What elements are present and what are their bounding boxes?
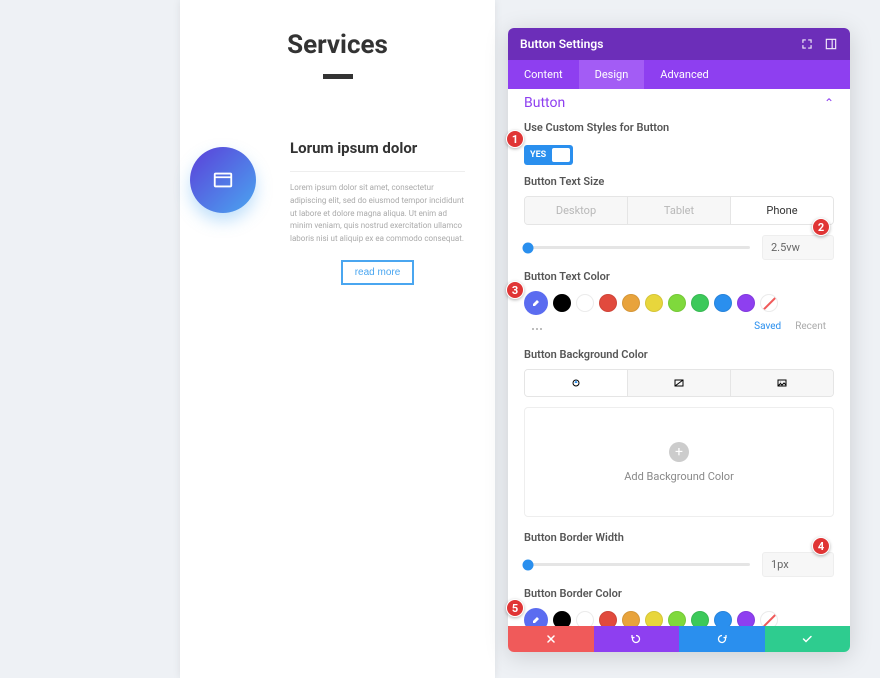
label-text-size: Button Text Size [524,175,834,188]
label-border-width: Button Border Width [524,531,834,544]
read-more-button[interactable]: read more [341,260,415,285]
panel-layout-icon[interactable] [824,37,838,51]
footer-bar [508,626,850,652]
swatch-lime[interactable] [668,294,686,312]
swatch-tabs: Saved Recent [754,321,834,332]
swatch-none-2[interactable] [760,611,778,626]
device-tabs: Desktop Tablet Phone [524,196,834,225]
annotation-badge-2: 2 [812,218,830,236]
bg-type-gradient[interactable] [628,370,731,396]
expand-icon[interactable] [800,37,814,51]
label-border-color: Button Border Color [524,587,834,600]
add-bg-label: Add Background Color [624,470,734,483]
bg-type-image[interactable] [731,370,833,396]
card-divider [290,171,465,172]
toggle-knob [552,148,570,162]
add-bg-well[interactable]: + Add Background Color [524,407,834,517]
cancel-button[interactable] [508,626,594,652]
swatch-green[interactable] [691,294,709,312]
swatch-purple[interactable] [737,294,755,312]
annotation-badge-3: 3 [506,281,524,299]
toggle-text: YES [530,150,546,160]
swatch-black[interactable] [553,294,571,312]
swatch-blue[interactable] [714,294,732,312]
panel-title: Button Settings [520,37,603,51]
redo-icon [716,633,728,645]
gradient-icon [673,377,685,389]
check-icon [801,633,813,645]
page-title: Services [200,30,475,60]
settings-tabs: Content Design Advanced [508,60,850,89]
panel-body: Button ⌃ Use Custom Styles for Button YE… [508,89,850,626]
service-card: Lorum ipsum dolor Lorem ipsum dolor sit … [200,139,475,285]
undo-button[interactable] [594,626,680,652]
border-color-swatches [524,608,834,626]
border-width-slider[interactable] [524,563,750,566]
swatch-more[interactable] [528,324,546,334]
tab-advanced[interactable]: Advanced [644,60,724,89]
eyedropper-icon [530,297,542,309]
border-width-value[interactable]: 1px [762,552,834,577]
swatch-purple-2[interactable] [737,611,755,626]
title-divider [323,74,353,79]
annotation-badge-5: 5 [506,599,524,617]
label-text-color: Button Text Color [524,270,834,283]
swatch-orange-2[interactable] [622,611,640,626]
text-color-swatches [524,291,834,315]
annotation-badge-1: 1 [506,130,524,148]
label-bg-color: Button Background Color [524,348,834,361]
section-button[interactable]: Button ⌃ [524,95,834,111]
redo-button[interactable] [679,626,765,652]
swatch-tab-saved[interactable]: Saved [754,321,781,332]
swatch-picker-active-2[interactable] [524,608,548,626]
swatch-red-2[interactable] [599,611,617,626]
label-custom-styles: Use Custom Styles for Button [524,121,834,134]
swatch-picker-active[interactable] [524,291,548,315]
annotation-badge-4: 4 [812,537,830,555]
swatch-none[interactable] [760,294,778,312]
tab-content[interactable]: Content [508,60,579,89]
swatch-yellow[interactable] [645,294,663,312]
swatch-green-2[interactable] [691,611,709,626]
plus-icon: + [669,442,689,462]
swatch-red[interactable] [599,294,617,312]
swatch-orange[interactable] [622,294,640,312]
eyedropper-icon [530,614,542,626]
swatch-lime-2[interactable] [668,611,686,626]
card-text: Lorem ipsum dolor sit amet, consectetur … [290,182,465,246]
swatch-blue-2[interactable] [714,611,732,626]
settings-panel: Button Settings Content Design Advanced … [508,28,850,652]
toggle-custom-styles[interactable]: YES [524,145,573,165]
bg-type-tabs [524,369,834,397]
preview-panel: Services Lorum ipsum dolor Lorem ipsum d… [180,0,495,678]
device-tablet[interactable]: Tablet [628,197,731,224]
swatch-white-2[interactable] [576,611,594,626]
image-icon [776,377,788,389]
panel-header: Button Settings [508,28,850,60]
swatch-tab-recent[interactable]: Recent [795,321,826,332]
swatch-yellow-2[interactable] [645,611,663,626]
card-icon-circle [190,147,256,213]
undo-icon [630,633,642,645]
close-icon [545,633,557,645]
save-button[interactable] [765,626,851,652]
tab-design[interactable]: Design [579,60,645,89]
text-size-value[interactable]: 2.5vw [762,235,834,260]
card-title: Lorum ipsum dolor [290,139,465,157]
window-icon [212,169,234,191]
device-desktop[interactable]: Desktop [525,197,628,224]
bg-type-color[interactable] [525,370,628,396]
swatch-white[interactable] [576,294,594,312]
text-size-slider[interactable] [524,246,750,249]
paint-icon [570,377,582,389]
chevron-up-icon: ⌃ [824,96,834,110]
swatch-black-2[interactable] [553,611,571,626]
